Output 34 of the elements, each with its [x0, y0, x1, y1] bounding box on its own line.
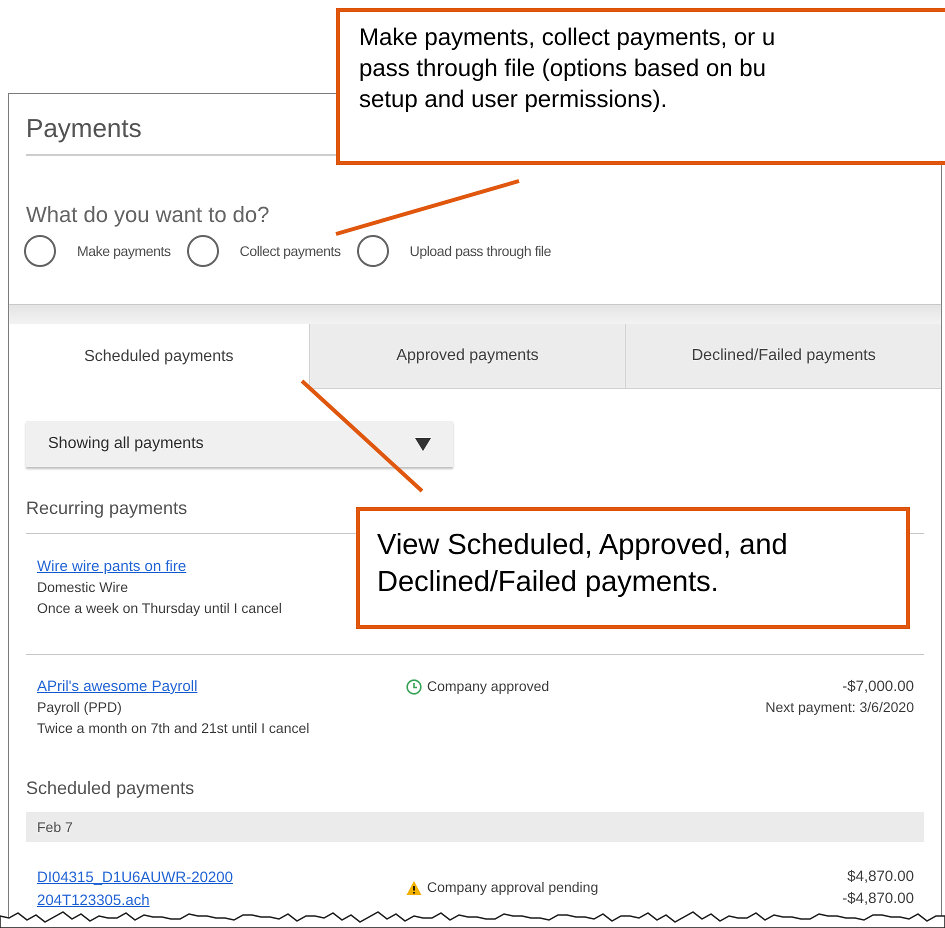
- option-label: Make payments: [77, 242, 171, 261]
- payment-link[interactable]: DI04315_D1U6AUWR-20200204T123305.ach: [37, 866, 237, 912]
- caret-icon: [415, 438, 431, 450]
- warning-icon: [406, 880, 422, 896]
- callout-text: Declined/Failed payments.: [377, 565, 720, 600]
- radio-button[interactable]: [356, 235, 389, 267]
- option-label: Collect payments: [240, 242, 341, 261]
- radio-button[interactable]: [186, 235, 219, 267]
- payment-link[interactable]: Wire wire pants on fire: [37, 556, 186, 577]
- payment-schedule: Twice a month on 7th and 21st until I cancel: [37, 719, 310, 738]
- section-prompt: What do you want to do?: [26, 202, 270, 228]
- payment-link[interactable]: APril's awesome Payroll: [37, 676, 198, 697]
- option-label: Upload pass through file: [410, 242, 551, 261]
- payment-schedule: Once a week on Thursday until I cancel: [37, 599, 283, 618]
- tab[interactable]: Approved payments: [308, 324, 626, 389]
- radio-button[interactable]: [24, 235, 56, 267]
- payment-amount: -$4,870.00: [842, 889, 914, 909]
- tab[interactable]: Declined/Failed payments: [625, 324, 941, 389]
- filter-dropdown[interactable]: Showing all payments: [26, 421, 453, 467]
- payment-amount: $4,870.00: [847, 867, 914, 887]
- callout-text: View Scheduled, Approved, and: [377, 528, 789, 563]
- callout-text: pass through file (options based on bu: [359, 54, 767, 84]
- next-payment: Next payment: 3/6/2020: [765, 698, 914, 717]
- clock-icon: [406, 678, 422, 694]
- status-text: Company approved: [427, 677, 550, 696]
- page-title: Payments: [26, 112, 143, 144]
- callout-text: Make payments, collect payments, or u: [359, 23, 776, 53]
- callout-text: setup and user permissions).: [359, 85, 668, 115]
- payment-amount: -$7,000.00: [842, 677, 914, 697]
- section-heading: Recurring payments: [26, 497, 188, 520]
- status-text: Company approval pending: [427, 878, 598, 897]
- payment-type: Payroll (PPD): [37, 698, 123, 717]
- section-heading: Scheduled payments: [26, 777, 196, 800]
- date-label: Feb 7: [37, 818, 73, 836]
